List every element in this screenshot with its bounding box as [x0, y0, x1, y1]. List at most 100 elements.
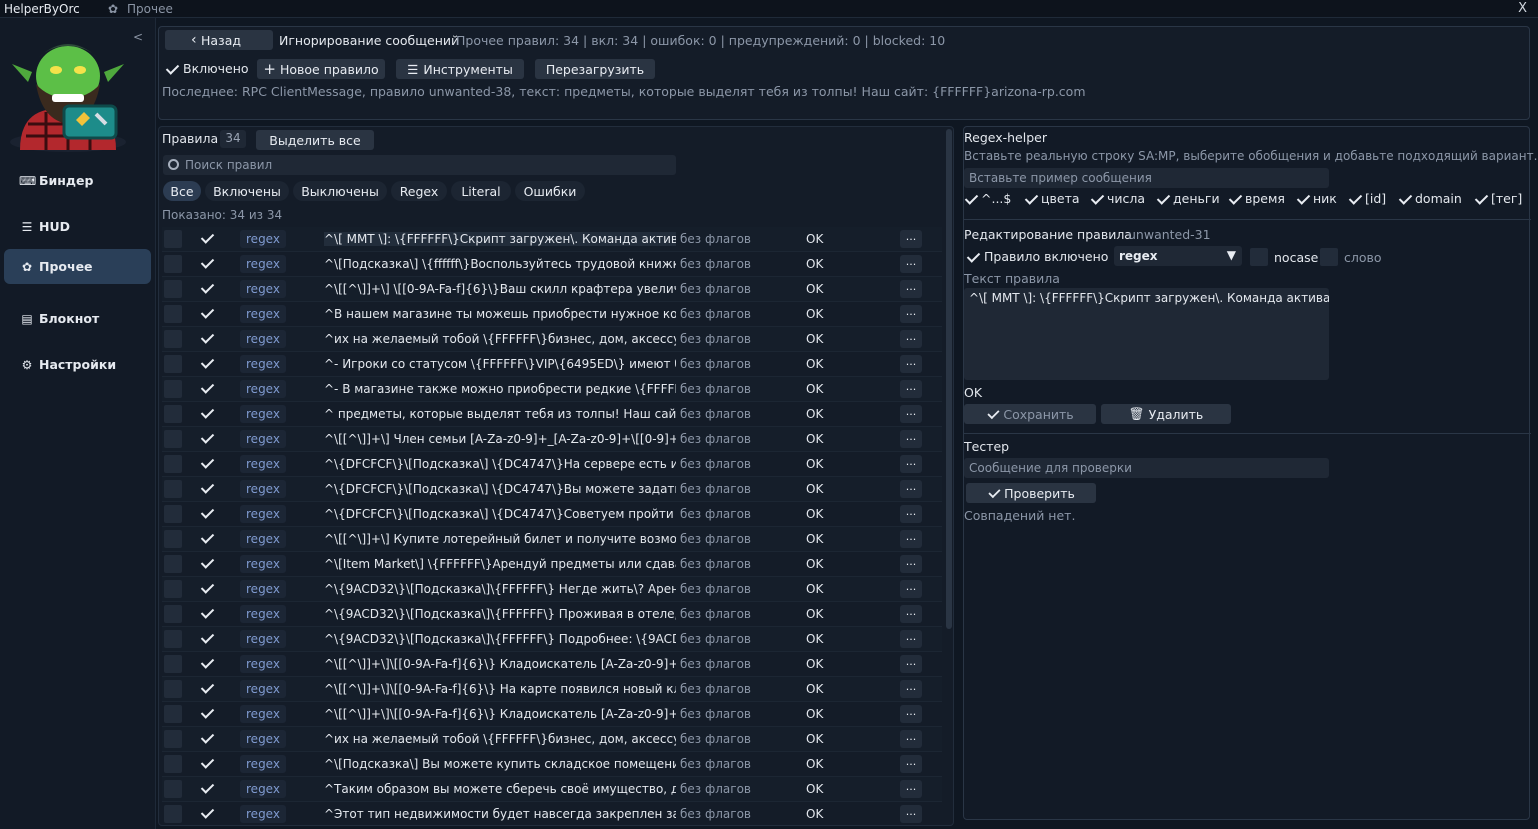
row-select-checkbox[interactable] — [164, 480, 182, 498]
row-enabled-check-icon[interactable] — [200, 481, 214, 495]
more-options-button[interactable]: ... — [900, 605, 922, 623]
table-row[interactable]: regex ^- В магазине также можно приобрест… — [162, 377, 942, 402]
window-tab-label[interactable]: Прочее — [127, 2, 173, 16]
rule-text-area[interactable]: ^\[ MMT \]: \{FFFFFF\}Скрипт загружен\. … — [964, 288, 1329, 380]
rule-pattern[interactable]: ^Этот тип недвижимости будет навсегда за… — [324, 807, 676, 821]
filter-chip[interactable]: Regex — [391, 181, 447, 201]
close-button[interactable]: X — [1518, 1, 1527, 16]
row-enabled-check-icon[interactable] — [200, 581, 214, 595]
rule-pattern[interactable]: ^\[[^\]]+\] Купите лотерейный билет и по… — [324, 532, 676, 546]
new-rule-button[interactable]: + Новое правило — [257, 59, 385, 79]
row-enabled-check-icon[interactable] — [200, 331, 214, 345]
preset-checkbox[interactable]: деньги — [1156, 191, 1220, 206]
rule-pattern[interactable]: ^\{DFCFCF\}\[Подсказка\] \{DC4747\}Совет… — [324, 507, 676, 521]
row-enabled-check-icon[interactable] — [200, 781, 214, 795]
table-row[interactable]: regex ^\{9ACD32\}\[Подсказка\]\{FFFFFF\} … — [162, 602, 942, 627]
rule-pattern[interactable]: ^их на желаемый тобой \{FFFFFF\}бизнес, … — [324, 332, 676, 346]
row-enabled-check-icon[interactable] — [200, 556, 214, 570]
rule-pattern[interactable]: ^\[Item Market\] \{FFFFFF\}Арендуй предм… — [324, 557, 676, 571]
more-options-button[interactable]: ... — [900, 480, 922, 498]
rule-pattern[interactable]: ^\[[^\]]+\] Член семьи [A-Za-z0-9]+_[A-Z… — [324, 432, 676, 446]
table-row[interactable]: regex ^Этот тип недвижимости будет навсег… — [162, 802, 942, 823]
row-select-checkbox[interactable] — [164, 780, 182, 798]
row-enabled-check-icon[interactable] — [200, 356, 214, 370]
row-enabled-check-icon[interactable] — [200, 431, 214, 445]
table-row[interactable]: regex ^\[[^\]]+\] Купите лотерейный билет… — [162, 527, 942, 552]
table-row[interactable]: regex ^\{DFCFCF\}\[Подсказка\] \{DC4747\}… — [162, 477, 942, 502]
reload-button[interactable]: Перезагрузить — [535, 59, 655, 79]
sidebar-item-0[interactable]: ⌨ Биндер — [4, 163, 151, 198]
sidebar-item-3[interactable]: ▤ Блокнот — [4, 301, 151, 336]
row-enabled-check-icon[interactable] — [200, 606, 214, 620]
row-select-checkbox[interactable] — [164, 355, 182, 373]
enabled-toggle[interactable]: Включено — [165, 61, 249, 76]
row-enabled-check-icon[interactable] — [200, 531, 214, 545]
rule-pattern[interactable]: ^\[[^\]]+\]\[[0-9A-Fa-f]{6}\} На карте п… — [324, 682, 676, 696]
collapse-sidebar-button[interactable]: < — [133, 30, 143, 44]
table-row[interactable]: regex ^их на желаемый тобой \{FFFFFF\}биз… — [162, 727, 942, 752]
rule-pattern[interactable]: ^\{9ACD32\}\[Подсказка\]\{FFFFFF\} Прожи… — [324, 607, 676, 621]
rule-pattern[interactable]: ^\[Подсказка\] \{ffffff\}Воспользуйтесь … — [324, 257, 676, 271]
row-enabled-check-icon[interactable] — [200, 631, 214, 645]
more-options-button[interactable]: ... — [900, 530, 922, 548]
row-enabled-check-icon[interactable] — [200, 506, 214, 520]
rule-type-select[interactable]: regex ▼ — [1114, 246, 1242, 266]
row-select-checkbox[interactable] — [164, 405, 182, 423]
rule-pattern[interactable]: ^\[[^\]]+\]\[[0-9A-Fa-f]{6}\} Кладоискат… — [324, 657, 676, 671]
rule-pattern[interactable]: ^- В магазине также можно приобрести ред… — [324, 382, 676, 396]
more-options-button[interactable]: ... — [900, 305, 922, 323]
table-row[interactable]: regex ^\[[^\]]+\]\[[0-9A-Fa-f]{6}\} Кладо… — [162, 652, 942, 677]
row-enabled-check-icon[interactable] — [200, 281, 214, 295]
row-select-checkbox[interactable] — [164, 255, 182, 273]
sidebar-item-4[interactable]: ⚙ Настройки — [4, 347, 151, 382]
filter-chip[interactable]: Все — [163, 181, 201, 201]
search-input[interactable]: Поиск правил — [163, 155, 676, 175]
more-options-button[interactable]: ... — [900, 630, 922, 648]
sidebar-item-2[interactable]: ✿ Прочее — [4, 249, 151, 284]
row-enabled-check-icon[interactable] — [200, 231, 214, 245]
table-row[interactable]: regex ^\[ MMT \]: \{FFFFFF\}Скрипт загруж… — [162, 227, 942, 252]
select-all-button[interactable]: Выделить все — [256, 130, 374, 150]
delete-button[interactable]: 🗑 Удалить — [1101, 404, 1231, 424]
row-select-checkbox[interactable] — [164, 705, 182, 723]
tester-input[interactable]: Сообщение для проверки — [964, 458, 1329, 478]
row-select-checkbox[interactable] — [164, 730, 182, 748]
check-button[interactable]: Проверить — [966, 483, 1096, 503]
rule-pattern[interactable]: ^их на желаемый тобой \{FFFFFF\}бизнес, … — [324, 732, 676, 746]
rule-pattern[interactable]: ^Таким образом вы можете сберечь своё им… — [324, 782, 676, 796]
more-options-button[interactable]: ... — [900, 430, 922, 448]
row-select-checkbox[interactable] — [164, 605, 182, 623]
row-enabled-check-icon[interactable] — [200, 706, 214, 720]
preset-checkbox[interactable]: цвета — [1024, 191, 1080, 206]
save-button[interactable]: Сохранить — [964, 404, 1096, 424]
table-row[interactable]: regex ^\{DFCFCF\}\[Подсказка\] \{DC4747\}… — [162, 502, 942, 527]
tools-button[interactable]: ☰ Инструменты — [396, 59, 524, 79]
back-button[interactable]: ‹ Назад — [165, 30, 273, 50]
nocase-checkbox[interactable]: nocase — [1250, 248, 1318, 266]
row-select-checkbox[interactable] — [164, 555, 182, 573]
preset-checkbox[interactable]: [тег] — [1474, 191, 1522, 206]
rule-pattern[interactable]: ^\{DFCFCF\}\[Подсказка\] \{DC4747\}На се… — [324, 457, 676, 471]
more-options-button[interactable]: ... — [900, 230, 922, 248]
rule-pattern[interactable]: ^ предметы, которые выделят тебя из толп… — [324, 407, 676, 421]
more-options-button[interactable]: ... — [900, 255, 922, 273]
filter-chip[interactable]: Ошибки — [515, 181, 585, 201]
preset-checkbox[interactable]: ^...$ — [964, 191, 1011, 206]
row-select-checkbox[interactable] — [164, 580, 182, 598]
row-enabled-check-icon[interactable] — [200, 456, 214, 470]
table-row[interactable]: regex ^Таким образом вы можете сберечь св… — [162, 777, 942, 802]
row-select-checkbox[interactable] — [164, 680, 182, 698]
row-enabled-check-icon[interactable] — [200, 381, 214, 395]
preset-checkbox[interactable]: числа — [1090, 191, 1145, 206]
table-row[interactable]: regex ^\[Item Market\] \{FFFFFF\}Арендуй … — [162, 552, 942, 577]
more-options-button[interactable]: ... — [900, 580, 922, 598]
rule-pattern[interactable]: ^\[[^\]]+\]\[[0-9A-Fa-f]{6}\} Кладоискат… — [324, 707, 676, 721]
row-select-checkbox[interactable] — [164, 655, 182, 673]
more-options-button[interactable]: ... — [900, 755, 922, 773]
rule-pattern[interactable]: ^В нашем магазине ты можешь приобрести н… — [324, 307, 676, 321]
table-row[interactable]: regex ^\[Подсказка\] Вы можете купить скл… — [162, 752, 942, 777]
rule-pattern[interactable]: ^\{9ACD32\}\[Подсказка\]\{FFFFFF\} Подро… — [324, 632, 676, 646]
table-row[interactable]: regex ^их на желаемый тобой \{FFFFFF\}биз… — [162, 327, 942, 352]
rule-pattern[interactable]: ^\{DFCFCF\}\[Подсказка\] \{DC4747\}Вы мо… — [324, 482, 676, 496]
more-options-button[interactable]: ... — [900, 705, 922, 723]
